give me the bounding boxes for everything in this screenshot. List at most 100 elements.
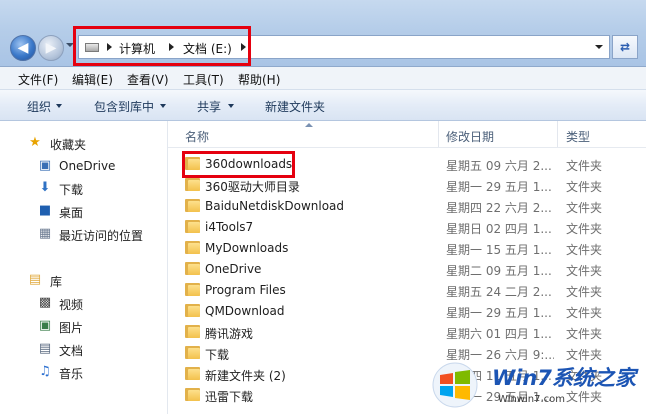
folder-icon — [185, 220, 200, 233]
new-folder-button[interactable]: 新建文件夹 — [265, 98, 325, 115]
nav-item-pictures[interactable]: ▣ 图片 — [0, 316, 167, 336]
folder-icon — [185, 157, 200, 170]
nav-item-label: 最近访问的位置 — [59, 229, 144, 243]
file-date: 星期四 22 六月 2... — [446, 201, 552, 215]
file-name: BaiduNetdiskDownload — [205, 199, 345, 213]
column-divider[interactable] — [557, 121, 558, 147]
back-button[interactable]: ◀ — [10, 35, 36, 61]
share-dropdown-icon[interactable] — [228, 104, 234, 108]
nav-item-label: 音乐 — [59, 367, 84, 381]
address-toolbar: ◀ ▶ 计算机 文档 (E:) ⇄ — [0, 0, 646, 67]
file-type: 文件夹 — [566, 159, 603, 173]
watermark-url: Winwin7.com — [498, 394, 565, 405]
column-divider[interactable] — [438, 121, 439, 147]
nav-item-documents[interactable]: ▤ 文档 — [0, 339, 167, 359]
music-icon: ♫ — [39, 364, 51, 379]
file-row[interactable]: 360downloads 星期五 09 六月 2... 文件夹 — [168, 154, 646, 175]
file-name: 迅雷下载 — [205, 390, 254, 404]
breadcrumb-drive-e[interactable]: 文档 (E:) — [183, 40, 232, 57]
sort-ascending-icon — [305, 123, 313, 127]
nav-favorites-label: 收藏夹 — [50, 138, 87, 152]
nav-item-onedrive[interactable]: ▣ OneDrive — [0, 156, 167, 176]
file-name: Program Files — [205, 283, 286, 297]
breadcrumb-separator-icon[interactable] — [169, 43, 174, 51]
file-date: 星期五 09 六月 2... — [446, 159, 552, 173]
menu-edit[interactable]: 编辑(E) — [72, 71, 113, 88]
file-row[interactable]: i4Tools7 星期日 02 四月 1... 文件夹 — [168, 217, 646, 238]
file-date: 星期一 29 五月 1... — [446, 180, 552, 194]
file-row[interactable]: QMDownload 星期一 29 五月 1... 文件夹 — [168, 301, 646, 322]
site-watermark: Win7系统之家 Winwin7.com — [432, 358, 646, 414]
recent-places-icon: ▦ — [38, 226, 52, 241]
column-header-type[interactable]: 类型 — [566, 128, 590, 145]
nav-item-music[interactable]: ♫ 音乐 — [0, 362, 167, 382]
file-date: 星期五 24 二月 2... — [446, 285, 552, 299]
file-name: MyDownloads — [205, 241, 289, 255]
file-name: i4Tools7 — [205, 220, 254, 234]
file-type: 文件夹 — [566, 222, 603, 236]
file-type: 文件夹 — [566, 327, 603, 341]
menu-help[interactable]: 帮助(H) — [238, 71, 280, 88]
include-dropdown-icon[interactable] — [160, 104, 166, 108]
folder-icon — [185, 367, 200, 380]
folder-icon — [185, 325, 200, 338]
share-button[interactable]: 共享 — [197, 98, 221, 115]
windows-logo-icon — [432, 362, 478, 408]
nav-libraries[interactable]: ▤ 库 — [0, 270, 167, 290]
breadcrumb-computer[interactable]: 计算机 — [119, 40, 155, 57]
nav-item-recent-places[interactable]: ▦ 最近访问的位置 — [0, 224, 167, 244]
nav-item-label: 图片 — [59, 321, 84, 335]
file-row[interactable]: 360驱动大师目录 星期一 29 五月 1... 文件夹 — [168, 175, 646, 196]
file-name: 360downloads — [205, 157, 293, 171]
library-icon: ▤ — [28, 272, 42, 287]
folder-icon — [185, 262, 200, 275]
organize-dropdown-icon[interactable] — [56, 104, 62, 108]
folder-icon — [185, 283, 200, 296]
nav-item-label: 桌面 — [59, 206, 84, 220]
arrow-right-icon: ▶ — [45, 40, 57, 56]
file-name: 腾讯游戏 — [205, 327, 254, 341]
organize-button[interactable]: 组织 — [27, 98, 51, 115]
picture-icon: ▣ — [38, 318, 52, 333]
include-in-library-button[interactable]: 包含到库中 — [94, 98, 154, 115]
desktop-icon: ■ — [38, 203, 52, 218]
file-row[interactable]: MyDownloads 星期一 15 五月 1... 文件夹 — [168, 238, 646, 259]
command-bar: 组织 包含到库中 共享 新建文件夹 — [0, 90, 646, 121]
file-type: 文件夹 — [566, 201, 603, 215]
onedrive-icon: ▣ — [38, 158, 52, 173]
forward-button[interactable]: ▶ — [38, 35, 64, 61]
arrow-left-icon: ◀ — [17, 40, 29, 56]
folder-icon — [185, 178, 200, 191]
menu-file[interactable]: 文件(F) — [18, 71, 58, 88]
refresh-icon: ⇄ — [619, 40, 631, 54]
file-date: 星期一 15 五月 1... — [446, 243, 552, 257]
menu-view[interactable]: 查看(V) — [127, 71, 169, 88]
nav-item-videos[interactable]: ▩ 视频 — [0, 293, 167, 313]
file-type: 文件夹 — [566, 180, 603, 194]
file-date: 星期六 01 四月 1... — [446, 327, 552, 341]
nav-item-downloads[interactable]: ⬇ 下载 — [0, 178, 167, 198]
file-row[interactable]: BaiduNetdiskDownload 星期四 22 六月 2... 文件夹 — [168, 196, 646, 217]
file-row[interactable]: OneDrive 星期二 09 五月 1... 文件夹 — [168, 259, 646, 280]
file-date: 星期二 09 五月 1... — [446, 264, 552, 278]
file-name: 360驱动大师目录 — [205, 180, 300, 194]
recent-pages-dropdown-icon[interactable] — [66, 43, 74, 47]
folder-icon — [185, 304, 200, 317]
refresh-button[interactable]: ⇄ — [612, 35, 638, 59]
breadcrumb-separator-icon[interactable] — [241, 43, 246, 51]
column-header-date[interactable]: 修改日期 — [446, 128, 494, 145]
file-row[interactable]: 腾讯游戏 星期六 01 四月 1... 文件夹 — [168, 322, 646, 343]
address-bar[interactable]: 计算机 文档 (E:) — [78, 35, 610, 59]
breadcrumb-separator-icon[interactable] — [107, 43, 112, 51]
drive-icon — [85, 43, 99, 52]
file-type: 文件夹 — [566, 264, 603, 278]
nav-favorites[interactable]: ★ 收藏夹 — [0, 133, 167, 153]
nav-item-desktop[interactable]: ■ 桌面 — [0, 201, 167, 221]
address-history-dropdown-icon[interactable] — [595, 45, 603, 49]
file-row[interactable]: Program Files 星期五 24 二月 2... 文件夹 — [168, 280, 646, 301]
column-header-name[interactable]: 名称 — [185, 128, 209, 145]
star-icon: ★ — [29, 135, 41, 150]
folder-icon — [185, 388, 200, 401]
nav-libraries-label: 库 — [50, 275, 63, 289]
menu-tools[interactable]: 工具(T) — [183, 71, 224, 88]
